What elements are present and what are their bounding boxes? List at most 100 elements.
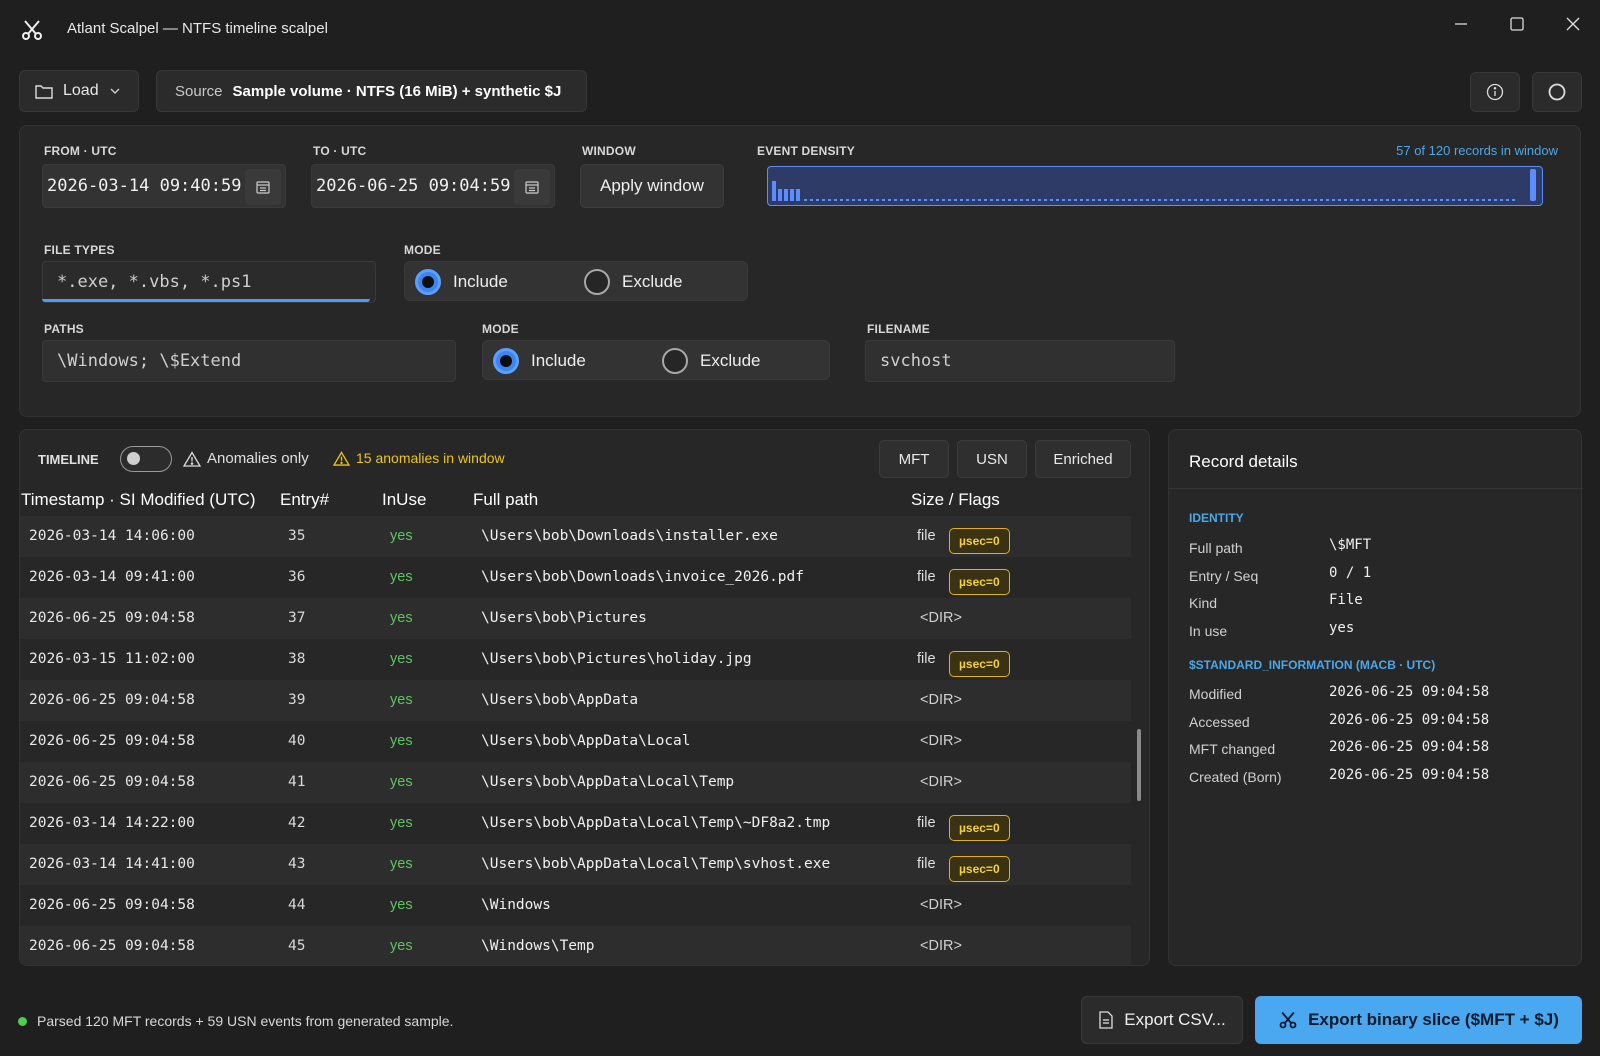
density-tick bbox=[1170, 199, 1173, 201]
density-tick bbox=[918, 199, 921, 201]
calendar-button[interactable] bbox=[514, 169, 550, 205]
table-row[interactable]: 2026-06-25 09:04:58 44 yes \Windows <DIR> bbox=[20, 885, 1131, 926]
detail-value: 2026-06-25 09:04:58 bbox=[1329, 739, 1490, 755]
density-tick bbox=[912, 199, 915, 201]
apply-window-button[interactable]: Apply window bbox=[580, 164, 724, 208]
column-header-timestamp[interactable]: Timestamp · SI Modified (UTC) bbox=[21, 490, 256, 510]
load-button[interactable]: Load bbox=[19, 70, 139, 112]
maximize-button[interactable] bbox=[1494, 8, 1540, 40]
density-chart bbox=[772, 169, 1536, 201]
cell-inuse: yes bbox=[390, 856, 413, 872]
table-row[interactable]: 2026-03-15 11:02:00 38 yes \Users\bob\Pictu… bbox=[20, 639, 1131, 680]
density-tick bbox=[1494, 199, 1497, 201]
vertical-scrollbar[interactable] bbox=[1137, 729, 1141, 801]
density-tick bbox=[1398, 199, 1401, 201]
export-csv-button[interactable]: Export CSV... bbox=[1081, 996, 1243, 1044]
cell-inuse: yes bbox=[390, 610, 413, 626]
density-tick bbox=[966, 199, 969, 201]
density-tick bbox=[948, 199, 951, 201]
cell-entry: 42 bbox=[288, 815, 306, 831]
table-row[interactable]: 2026-06-25 09:04:58 45 yes \Windows\Temp <DI… bbox=[20, 926, 1131, 965]
detail-value: 0 / 1 bbox=[1329, 564, 1372, 581]
density-tick bbox=[810, 199, 813, 201]
table-row[interactable]: 2026-06-25 09:04:58 39 yes \Users\bob\AppDa… bbox=[20, 680, 1131, 721]
table-row[interactable]: 2026-03-14 14:06:00 35 yes \Users\bob\Downl… bbox=[20, 516, 1131, 557]
radio-selected-icon bbox=[493, 348, 519, 374]
detail-key: Entry / Seq bbox=[1189, 567, 1259, 584]
info-button[interactable] bbox=[1470, 72, 1520, 112]
file-types-input[interactable]: *.exe, *.vbs, *.ps1 bbox=[42, 261, 376, 303]
cell-size: <DIR> bbox=[920, 774, 962, 790]
info-icon bbox=[1486, 83, 1504, 101]
paths-include-radio[interactable]: Include bbox=[493, 348, 586, 374]
load-label: Load bbox=[63, 82, 99, 99]
density-tick bbox=[1200, 199, 1203, 201]
from-date-field[interactable]: 2026-03-14 09:40:59 bbox=[42, 164, 286, 208]
density-tick bbox=[1092, 199, 1095, 201]
filename-input[interactable]: svchost bbox=[865, 340, 1175, 382]
tab-enriched[interactable]: Enriched bbox=[1035, 440, 1131, 478]
anomaly-flag-badge: µsec=0 bbox=[949, 528, 1010, 554]
density-tick bbox=[1380, 199, 1383, 201]
density-tick bbox=[1296, 199, 1299, 201]
column-header-full-path[interactable]: Full path bbox=[473, 490, 538, 510]
table-row[interactable]: 2026-03-14 14:22:00 42 yes \Users\bob\AppDa… bbox=[20, 803, 1131, 844]
density-tick bbox=[1362, 199, 1365, 201]
tab-mft[interactable]: MFT bbox=[879, 440, 949, 478]
detail-key: MFT changed bbox=[1189, 741, 1276, 757]
table-row[interactable]: 2026-03-14 14:41:00 43 yes \Users\bob\AppDa… bbox=[20, 844, 1131, 885]
event-density-histogram[interactable] bbox=[767, 166, 1543, 206]
paths-mode-group: Include Exclude bbox=[482, 340, 830, 380]
exclude-label: Exclude bbox=[622, 272, 683, 291]
density-tick bbox=[1140, 199, 1143, 201]
tab-usn[interactable]: USN bbox=[957, 440, 1027, 478]
anomalies-only-toggle[interactable] bbox=[120, 446, 172, 472]
paths-input[interactable]: \Windows; \$Extend bbox=[42, 340, 456, 382]
detail-key: Full path bbox=[1189, 540, 1243, 556]
table-row[interactable]: 2026-06-25 09:04:58 37 yes \Users\bob\Pictu… bbox=[20, 598, 1131, 639]
file-types-include-radio[interactable]: Include bbox=[415, 269, 508, 295]
theme-button[interactable] bbox=[1532, 72, 1582, 112]
density-tick bbox=[1350, 199, 1353, 201]
density-tick bbox=[1476, 199, 1479, 201]
density-tick bbox=[984, 199, 987, 201]
density-window-handle[interactable] bbox=[1530, 169, 1536, 201]
density-tick bbox=[936, 199, 939, 201]
cell-full-path: \Windows\Temp bbox=[481, 938, 595, 954]
cell-full-path: \Users\bob\Pictures bbox=[481, 610, 647, 626]
anomaly-flag-badge: µsec=0 bbox=[949, 569, 1010, 595]
anomaly-count: 15 anomalies in window bbox=[333, 450, 505, 466]
column-header-size-flags[interactable]: Size / Flags bbox=[911, 490, 1000, 510]
file-types-exclude-radio[interactable]: Exclude bbox=[584, 269, 682, 295]
warning-icon bbox=[333, 450, 350, 466]
from-label: FROM · UTC bbox=[44, 144, 117, 158]
density-tick bbox=[870, 199, 873, 201]
column-header-entry[interactable]: Entry# bbox=[280, 490, 329, 510]
cell-inuse: yes bbox=[390, 815, 413, 831]
cell-size: file bbox=[917, 528, 936, 544]
density-tick bbox=[1146, 199, 1149, 201]
table-row[interactable]: 2026-06-25 09:04:58 40 yes \Users\bob\AppDa… bbox=[20, 721, 1131, 762]
export-binary-slice-button[interactable]: Export binary slice ($MFT + $J) bbox=[1255, 996, 1582, 1044]
table-row[interactable]: 2026-03-14 09:41:00 36 yes \Users\bob\Downl… bbox=[20, 557, 1131, 598]
to-date-field[interactable]: 2026-06-25 09:04:59 bbox=[311, 164, 555, 208]
density-tick bbox=[1470, 199, 1473, 201]
calendar-button[interactable] bbox=[245, 169, 281, 205]
close-button[interactable] bbox=[1550, 8, 1596, 40]
paths-exclude-radio[interactable]: Exclude bbox=[662, 348, 760, 374]
density-tick bbox=[816, 199, 819, 201]
density-tick bbox=[1194, 199, 1197, 201]
density-tick bbox=[1284, 199, 1287, 201]
table-row[interactable]: 2026-06-25 09:04:58 41 yes \Users\bob\AppDa… bbox=[20, 762, 1131, 803]
minimize-button[interactable] bbox=[1438, 8, 1484, 40]
density-tick bbox=[1278, 199, 1281, 201]
cell-inuse: yes bbox=[390, 569, 413, 585]
cell-full-path: \Users\bob\AppData\Local bbox=[481, 733, 691, 749]
density-tick bbox=[1290, 199, 1293, 201]
column-header-inuse[interactable]: InUse bbox=[382, 490, 426, 510]
cell-entry: 45 bbox=[288, 938, 306, 954]
density-tick bbox=[930, 199, 933, 201]
density-tick bbox=[972, 199, 975, 201]
density-tick bbox=[1314, 199, 1317, 201]
cell-inuse: yes bbox=[390, 528, 413, 544]
